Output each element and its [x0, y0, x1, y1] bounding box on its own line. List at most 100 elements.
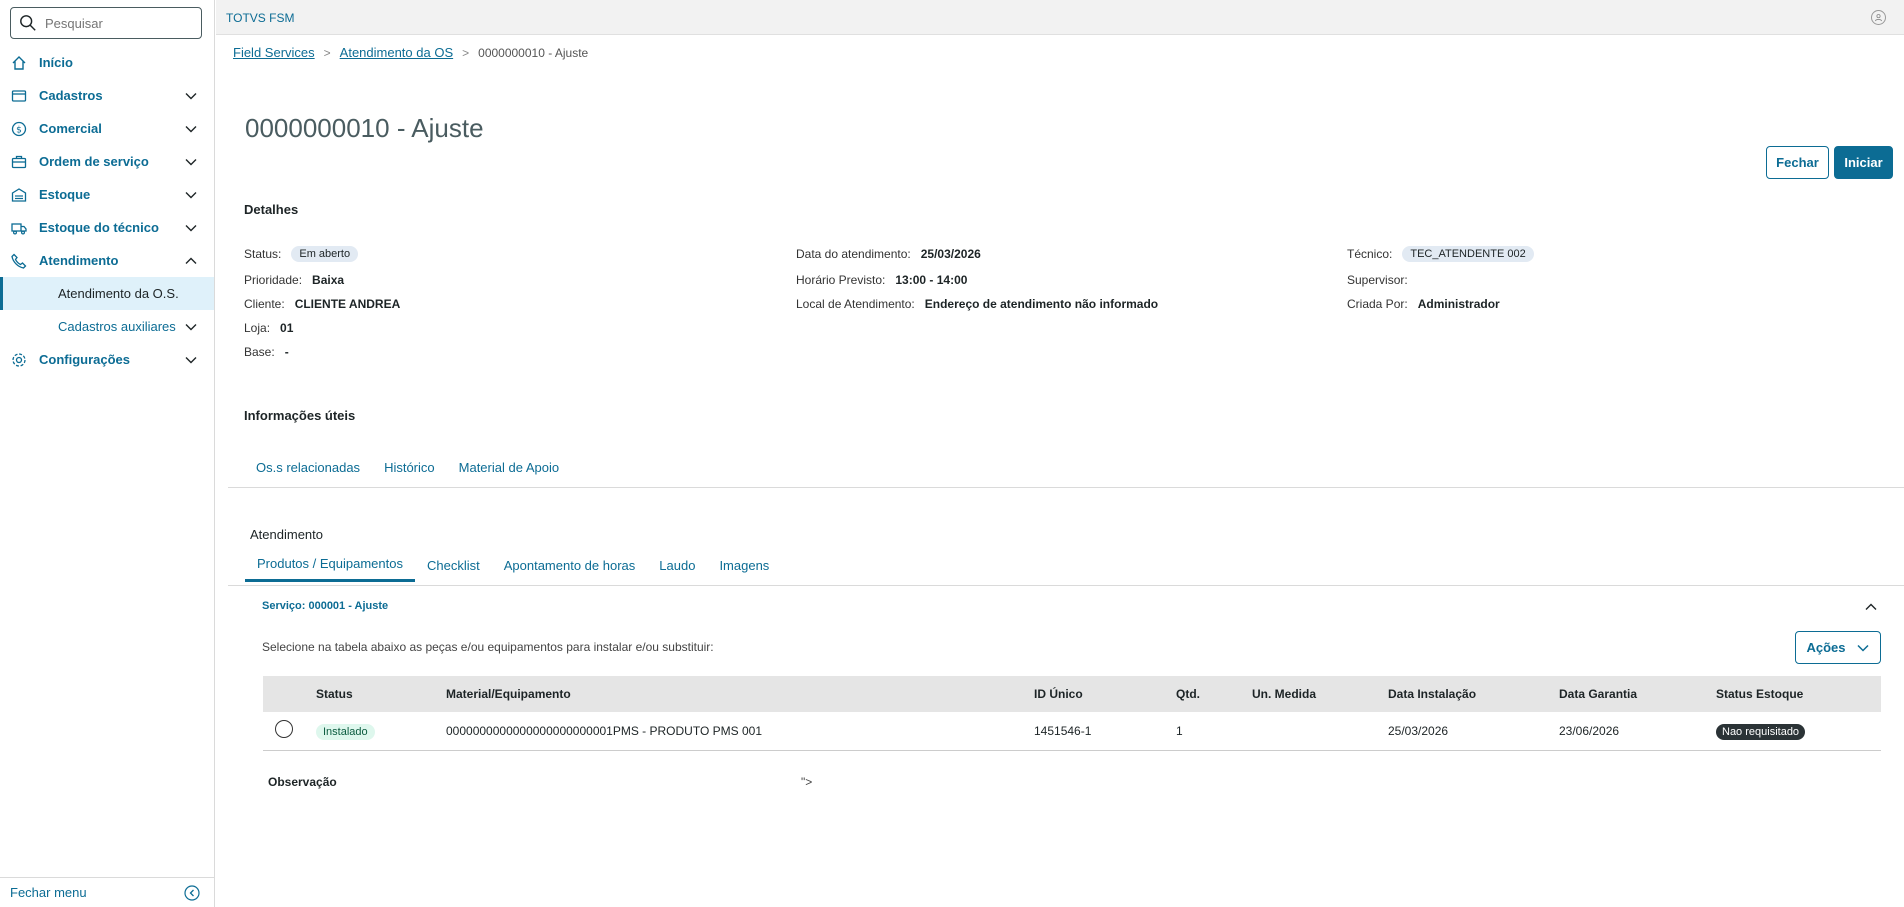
- user-icon[interactable]: [1871, 10, 1886, 25]
- field-value: CLIENTE ANDREA: [294, 297, 401, 311]
- header-status-estoque[interactable]: Status Estoque: [1716, 676, 1881, 712]
- tab-material-apoio[interactable]: Material de Apoio: [447, 450, 571, 484]
- warehouse-icon: [10, 186, 28, 204]
- sidebar: Início Cadastros $ Comercial Ordem de se…: [0, 0, 215, 907]
- field-value: 01: [280, 321, 294, 335]
- header-data-garantia[interactable]: Data Garantia: [1559, 676, 1716, 712]
- search-icon: [20, 15, 36, 31]
- field-loja: Loja: 01: [244, 321, 293, 335]
- chevron-down-icon: [185, 159, 197, 166]
- page-title: 0000000010 - Ajuste: [245, 113, 484, 143]
- cell-material: 0000000000000000000000001PMS - PRODUTO P…: [446, 712, 1034, 751]
- cell-un: [1252, 712, 1388, 751]
- breadcrumb-atendimento-os[interactable]: Atendimento da OS: [340, 45, 453, 60]
- observacao-label: Observação: [268, 775, 337, 789]
- servico-header[interactable]: Serviço: 000001 - Ajuste: [262, 600, 388, 612]
- field-value: 25/03/2026: [920, 247, 981, 261]
- chevron-down-icon: [185, 93, 197, 100]
- sidebar-item-ordem-servico[interactable]: Ordem de serviço: [0, 145, 214, 178]
- products-table: Status Material/Equipamento ID Único Qtd…: [263, 676, 1881, 751]
- atendimento-title: Atendimento: [250, 527, 323, 542]
- table-row[interactable]: Instalado 0000000000000000000000001PMS -…: [263, 712, 1881, 751]
- collapse-icon: [184, 885, 200, 901]
- field-label: Horário Previsto:: [796, 273, 886, 287]
- details-title: Detalhes: [244, 202, 299, 217]
- field-supervisor: Supervisor:: [1347, 273, 1408, 287]
- sidebar-item-label: Início: [39, 55, 73, 70]
- chevron-down-icon: [185, 357, 197, 364]
- field-local-atendimento: Local de Atendimento: Endereço de atendi…: [796, 297, 1158, 311]
- chevron-down-icon: [1856, 644, 1869, 652]
- cell-id: 1451546-1: [1034, 712, 1176, 751]
- tab-produtos-equipamentos[interactable]: Produtos / Equipamentos: [245, 548, 415, 582]
- field-data-atendimento: Data do atendimento: 25/03/2026: [796, 247, 981, 261]
- cell-data-gar: 23/06/2026: [1559, 712, 1716, 751]
- iniciar-button[interactable]: Iniciar: [1834, 146, 1893, 179]
- tecnico-badge: TEC_ATENDENTE 002: [1402, 246, 1534, 262]
- field-label: Loja:: [244, 321, 271, 335]
- sidebar-item-label: Atendimento: [39, 253, 119, 268]
- header-id-unico[interactable]: ID Único: [1034, 676, 1176, 712]
- header-material[interactable]: Material/Equipamento: [446, 676, 1034, 712]
- header-select: [263, 676, 316, 712]
- field-label: Local de Atendimento:: [796, 297, 915, 311]
- row-radio[interactable]: [275, 720, 293, 739]
- tab-apontamento-horas[interactable]: Apontamento de horas: [492, 548, 648, 582]
- tab-historico[interactable]: Histórico: [372, 450, 447, 484]
- field-value: Endereço de atendimento não informado: [924, 297, 1159, 311]
- chevron-right-icon: >: [462, 45, 470, 60]
- sidebar-item-cadastros[interactable]: Cadastros: [0, 79, 214, 112]
- observacao-value: ">: [801, 775, 813, 789]
- header-data-instalacao[interactable]: Data Instalação: [1388, 676, 1559, 712]
- tab-laudo[interactable]: Laudo: [647, 548, 707, 582]
- sidebar-item-inicio[interactable]: Início: [0, 46, 214, 79]
- tab-imagens[interactable]: Imagens: [707, 548, 781, 582]
- sidebar-item-atendimento-os[interactable]: Atendimento da O.S.: [0, 277, 214, 310]
- search-input[interactable]: [45, 15, 195, 31]
- field-prioridade: Prioridade: Baixa: [244, 273, 344, 287]
- tab-checklist[interactable]: Checklist: [415, 548, 492, 582]
- field-status: Status: Em aberto: [244, 246, 359, 262]
- fechar-button[interactable]: Fechar: [1766, 146, 1829, 179]
- field-horario-previsto: Horário Previsto: 13:00 - 14:00: [796, 273, 967, 287]
- chevron-up-icon[interactable]: [1864, 600, 1878, 614]
- field-label: Criada Por:: [1347, 297, 1408, 311]
- breadcrumb-field-services[interactable]: Field Services: [233, 45, 315, 60]
- chevron-down-icon: [185, 324, 197, 331]
- search-box[interactable]: [10, 7, 202, 39]
- field-label: Supervisor:: [1347, 273, 1408, 287]
- chevron-right-icon: >: [323, 45, 331, 60]
- cell-qtd: 1: [1176, 712, 1252, 751]
- close-menu-button[interactable]: Fechar menu: [0, 877, 214, 907]
- sidebar-item-estoque[interactable]: Estoque: [0, 178, 214, 211]
- sidebar-item-label: Cadastros: [39, 88, 103, 103]
- sidebar-item-estoque-tecnico[interactable]: Estoque do técnico: [0, 211, 214, 244]
- header-qtd[interactable]: Qtd.: [1176, 676, 1252, 712]
- sidebar-item-configuracoes[interactable]: Configurações: [0, 343, 214, 376]
- status-badge: Em aberto: [291, 246, 359, 262]
- header-status[interactable]: Status: [316, 676, 446, 712]
- field-label: Cliente:: [244, 297, 285, 311]
- table-hint: Selecione na tabela abaixo as peças e/ou…: [262, 640, 714, 654]
- field-label: Técnico:: [1347, 247, 1393, 261]
- sidebar-item-atendimento[interactable]: Atendimento: [0, 244, 214, 277]
- sidebar-item-label: Configurações: [39, 352, 131, 367]
- field-tecnico: Técnico: TEC_ATENDENTE 002: [1347, 246, 1534, 262]
- card-icon: [10, 87, 28, 105]
- acoes-label: Ações: [1806, 640, 1846, 655]
- sidebar-item-comercial[interactable]: $ Comercial: [0, 112, 214, 145]
- app-root: Início Cadastros $ Comercial Ordem de se…: [0, 0, 1904, 907]
- header-un-medida[interactable]: Un. Medida: [1252, 676, 1388, 712]
- breadcrumb-current: 0000000010 - Ajuste: [478, 45, 589, 60]
- chevron-down-icon: [185, 192, 197, 199]
- cell-estoque: Nao requisitado: [1716, 712, 1881, 751]
- sidebar-item-cadastros-auxiliares[interactable]: Cadastros auxiliares: [0, 310, 214, 343]
- sidebar-item-label: Atendimento da O.S.: [58, 286, 179, 301]
- table-header-row: Status Material/Equipamento ID Único Qtd…: [263, 676, 1881, 712]
- tab-os-relacionadas[interactable]: Os.s relacionadas: [244, 450, 372, 484]
- sidebar-item-label: Estoque do técnico: [39, 220, 159, 235]
- acoes-button[interactable]: Ações: [1795, 631, 1881, 664]
- field-label: Prioridade:: [244, 273, 303, 287]
- info-tabs: Os.s relacionadas Histórico Material de …: [244, 450, 571, 484]
- svg-text:$: $: [16, 125, 22, 135]
